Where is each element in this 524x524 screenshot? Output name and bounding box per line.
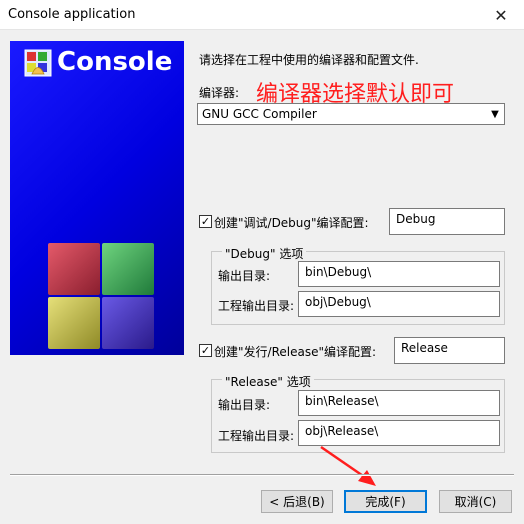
intro-text: 请选择在工程中使用的编译器和配置文件. [199, 53, 419, 67]
release-checkbox-label: 创建"发行/Release"编译配置: [214, 345, 377, 359]
purple-cube-graphic [102, 297, 154, 349]
release-output-dir-label: 输出目录: [218, 398, 271, 412]
compiler-select[interactable]: GNU GCC Compiler ▼ [197, 103, 505, 125]
green-cube-graphic [102, 243, 154, 295]
codeblocks-logo-icon [24, 49, 52, 77]
release-obj-dir-input[interactable]: obj\Release\ [298, 420, 500, 446]
debug-obj-dir-input[interactable]: obj\Debug\ [298, 291, 500, 317]
wizard-banner: Console [10, 41, 184, 355]
debug-output-dir-label: 输出目录: [218, 269, 271, 283]
chevron-down-icon[interactable]: ▼ [486, 104, 504, 124]
banner-title: Console [57, 47, 173, 77]
release-output-dir-input[interactable]: bin\Release\ [298, 390, 500, 416]
release-checkbox[interactable]: ✓ [199, 344, 212, 357]
compiler-select-value: GNU GCC Compiler [202, 107, 317, 121]
cancel-button[interactable]: 取消(C) [439, 490, 512, 513]
back-button[interactable]: < 后退(B) [261, 490, 333, 513]
debug-checkbox[interactable]: ✓ [199, 215, 212, 228]
release-group-title: "Release" 选项 [222, 373, 314, 390]
red-cube-graphic [48, 243, 100, 295]
close-button[interactable]: ✕ [478, 0, 524, 30]
debug-output-dir-input[interactable]: bin\Debug\ [298, 261, 500, 287]
debug-config-name-input[interactable]: Debug [389, 208, 505, 235]
release-obj-dir-label: 工程输出目录: [218, 429, 295, 443]
footer-separator [10, 474, 514, 476]
close-icon: ✕ [494, 5, 508, 25]
debug-group-title: "Debug" 选项 [222, 245, 307, 262]
compiler-label: 编译器: [199, 86, 240, 100]
debug-checkbox-label: 创建"调试/Debug"编译配置: [214, 216, 369, 230]
finish-button[interactable]: 完成(F) [344, 490, 427, 513]
release-config-name-input[interactable]: Release [394, 337, 505, 364]
yellow-cube-graphic [48, 297, 100, 349]
title-bar: Console application ✕ [0, 0, 524, 30]
debug-obj-dir-label: 工程输出目录: [218, 299, 295, 313]
window-title: Console application [8, 7, 136, 22]
